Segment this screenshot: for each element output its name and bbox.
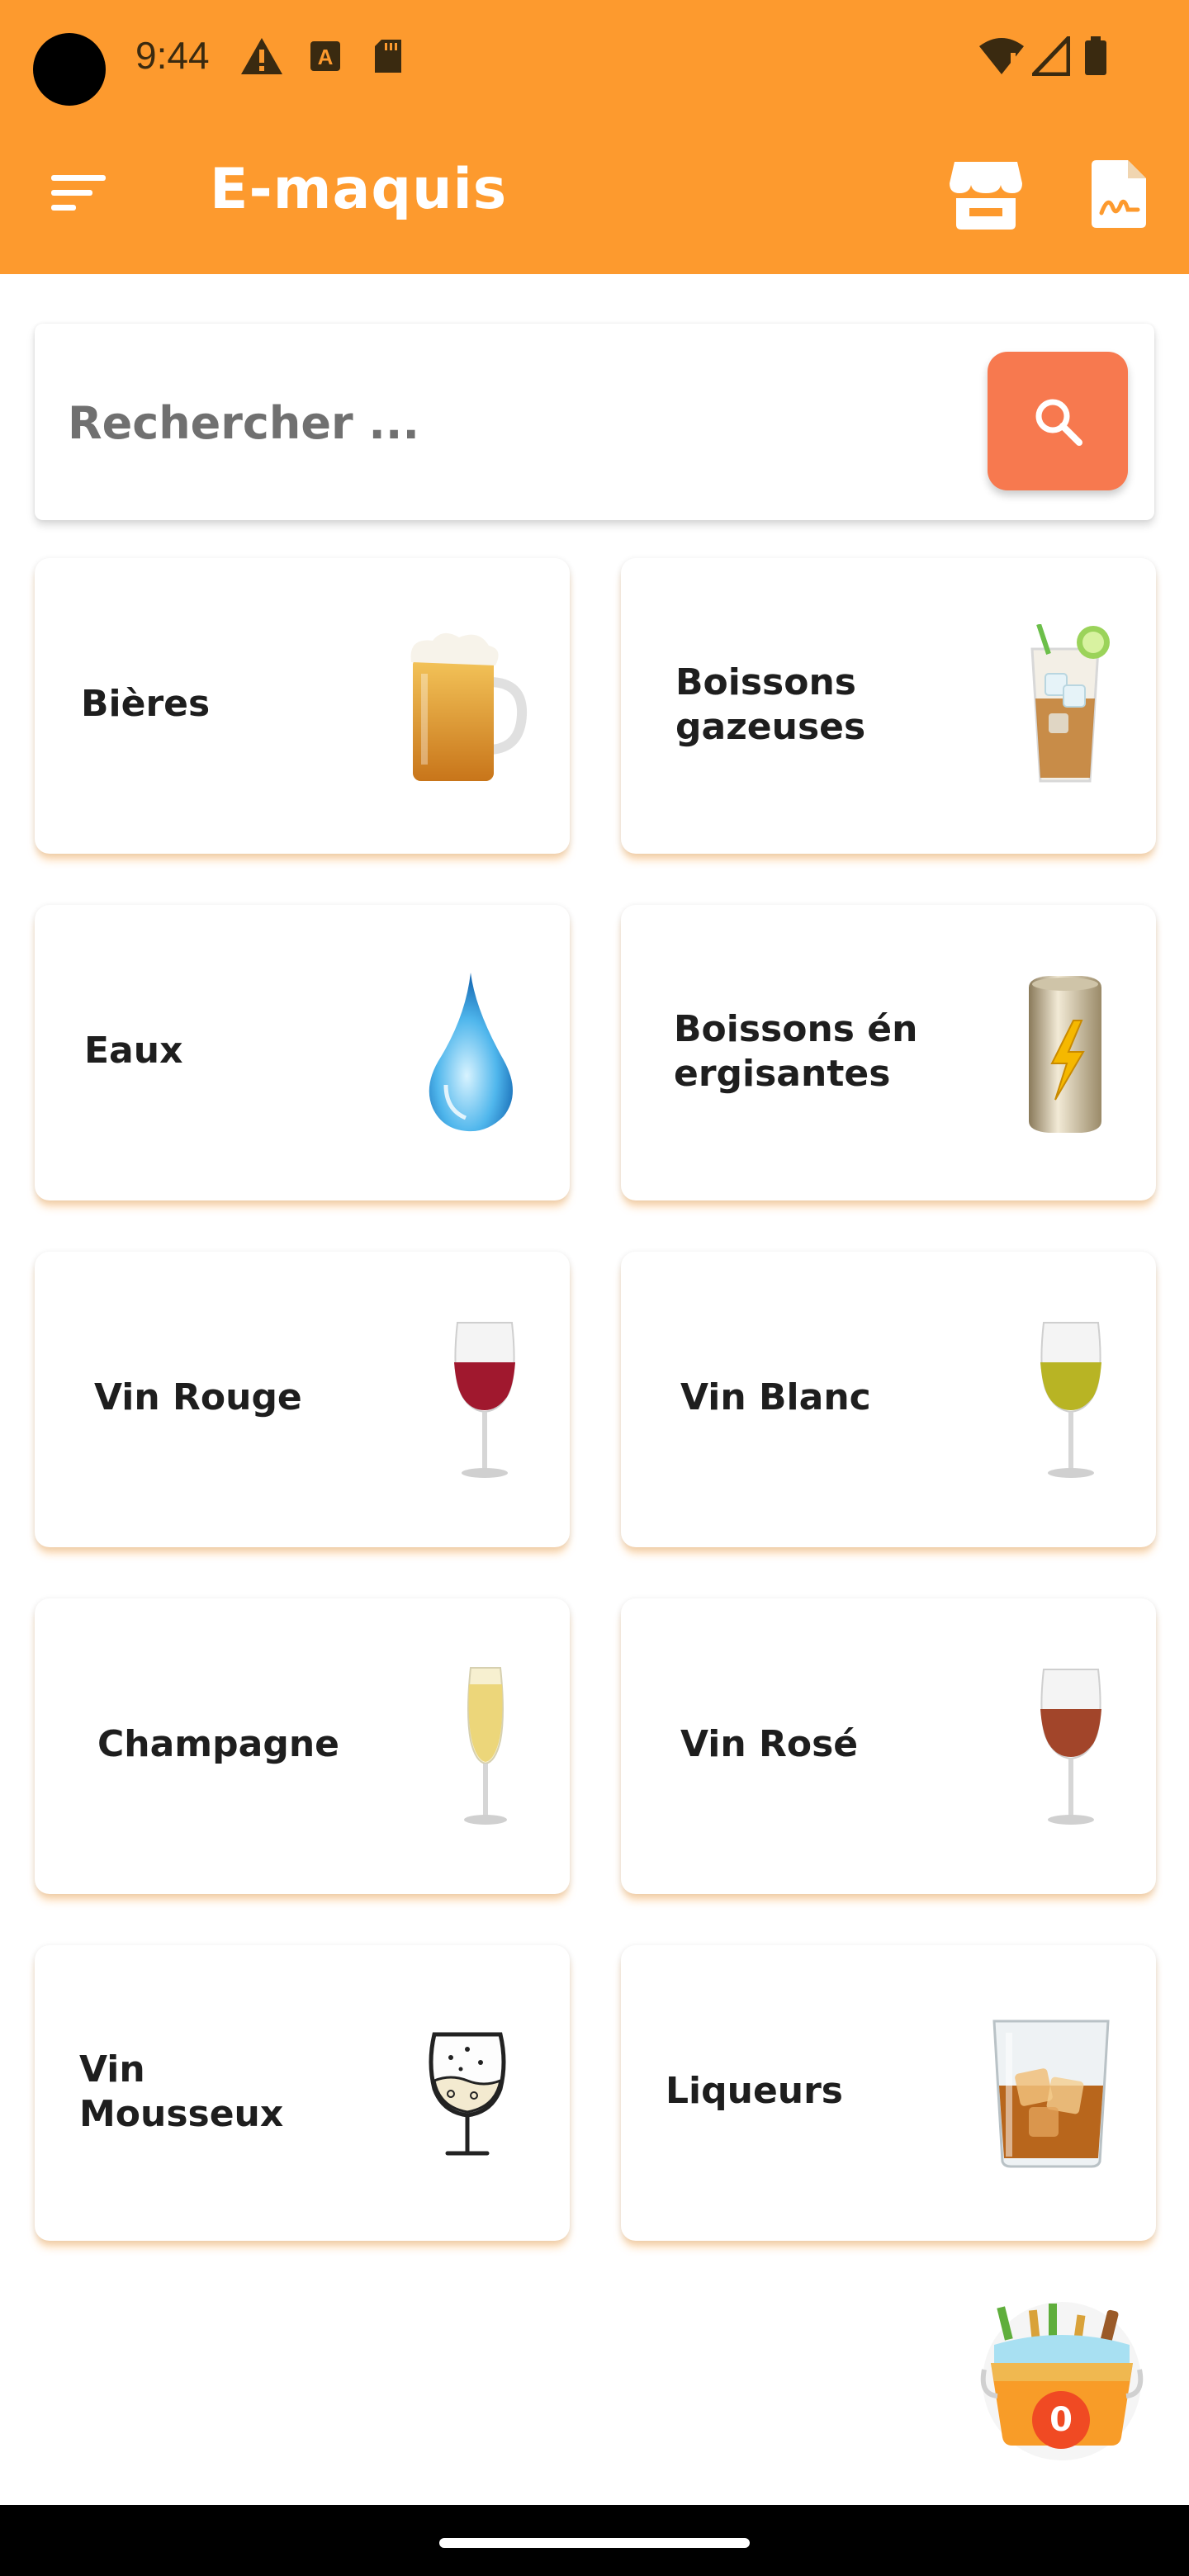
category-label: Vin Mousseux xyxy=(79,2048,284,2135)
category-label: Liqueurs xyxy=(666,2070,843,2112)
category-card-boissons-gazeuses[interactable]: Boissons gazeuses xyxy=(621,558,1156,854)
menu-icon[interactable] xyxy=(51,172,109,215)
signal-icon xyxy=(1032,36,1070,76)
category-label: Eaux xyxy=(84,1030,183,1072)
status-time: 9:44 xyxy=(135,34,210,77)
category-card-vin-rose[interactable]: Vin Rosé xyxy=(621,1598,1156,1894)
camera-cutout xyxy=(33,33,106,106)
champagne-flute-icon xyxy=(464,1667,507,1825)
battery-icon xyxy=(1085,36,1106,75)
search-input[interactable] xyxy=(68,373,976,472)
category-label: Vin Blanc xyxy=(680,1376,871,1418)
category-label: Vin Rosé xyxy=(680,1723,859,1765)
rose-wine-glass-icon xyxy=(1040,1669,1101,1825)
beer-mug-icon xyxy=(410,632,528,781)
white-wine-glass-icon xyxy=(1040,1322,1101,1478)
energy-drink-can-icon xyxy=(1029,976,1101,1133)
category-card-eaux[interactable]: Eaux xyxy=(35,905,570,1200)
document-signature-icon[interactable] xyxy=(1092,159,1148,230)
system-nav-bar xyxy=(0,2505,1189,2576)
a-badge-icon: A xyxy=(310,41,340,71)
category-label: Champagne xyxy=(97,1723,340,1765)
category-label: Boissons gazeuses xyxy=(675,661,866,748)
whiskey-glass-icon xyxy=(992,2020,1110,2168)
status-bar: 9:44 A xyxy=(0,0,1189,116)
page-title: E-maquis xyxy=(210,157,508,222)
store-icon[interactable] xyxy=(948,159,1024,231)
category-card-vin-rouge[interactable]: Vin Rouge xyxy=(35,1252,570,1547)
sd-card-icon xyxy=(375,40,401,73)
category-card-bieres[interactable]: Bières xyxy=(35,558,570,854)
home-gesture-handle[interactable] xyxy=(439,2538,750,2548)
category-card-liqueurs[interactable]: Liqueurs xyxy=(621,1945,1156,2241)
search-bar xyxy=(35,324,1154,520)
red-wine-glass-icon xyxy=(454,1322,515,1478)
sparkling-wine-glass-icon xyxy=(429,2032,506,2156)
search-icon xyxy=(1035,399,1082,446)
water-drop-icon xyxy=(429,973,513,1132)
category-card-vin-mousseux[interactable]: Vin Mousseux xyxy=(35,1945,570,2241)
search-button[interactable] xyxy=(988,352,1128,490)
category-label: Bières xyxy=(81,683,211,725)
category-card-vin-blanc[interactable]: Vin Blanc xyxy=(621,1252,1156,1547)
iced-soda-glass-icon xyxy=(1030,624,1110,783)
app-header: 9:44 A E-maquis xyxy=(0,0,1189,274)
alert-icon xyxy=(241,38,282,74)
wifi-icon xyxy=(979,38,1024,74)
category-card-boissons-energisantes[interactable]: Boissons én ergisantes xyxy=(621,905,1156,1200)
category-label: Vin Rouge xyxy=(94,1376,302,1418)
category-card-champagne[interactable]: Champagne xyxy=(35,1598,570,1894)
category-label: Boissons én ergisantes xyxy=(674,1008,918,1095)
cart-count-badge: 0 xyxy=(1032,2391,1090,2449)
svg-text:A: A xyxy=(318,45,334,69)
